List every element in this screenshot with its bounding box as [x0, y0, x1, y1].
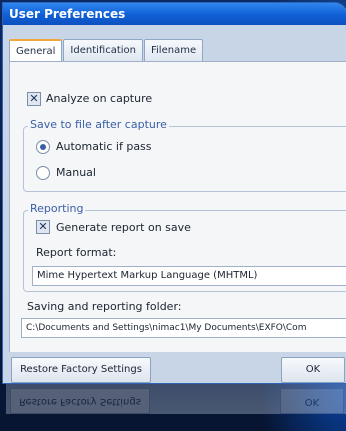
automatic-if-pass-label: Automatic if pass [56, 140, 152, 153]
tab-filename[interactable]: Filename [144, 39, 204, 61]
save-after-capture-group [23, 126, 346, 192]
tab-general[interactable]: General [9, 39, 63, 63]
dialog-title: User Preferences [9, 7, 126, 21]
tab-identification[interactable]: Identification [63, 39, 143, 61]
dialog-footer: Restore Factory Settings OK [9, 355, 346, 383]
preferences-dialog: User Preferences General Identification … [2, 2, 346, 384]
analyze-on-capture-label: Analyze on capture [46, 92, 153, 105]
folder-label: Saving and reporting folder: [27, 300, 182, 313]
manual-label: Manual [56, 166, 96, 179]
dialog-titlebar[interactable]: User Preferences [3, 3, 346, 25]
reflection-restore-button: Restore Factory Settings [10, 388, 150, 414]
dialog-reflection: Restore Factory Settings OK [2, 384, 346, 431]
general-tab-panel: ✕ Analyze on capture Save to file after … [9, 61, 346, 352]
tab-strip: General Identification Filename [9, 39, 204, 63]
report-format-label: Report format: [36, 246, 117, 259]
reflection-ok-button: OK [280, 388, 344, 414]
radio-automatic-if-pass[interactable] [36, 140, 50, 154]
radio-manual[interactable] [36, 166, 50, 180]
analyze-on-capture-checkbox[interactable]: ✕ [27, 92, 41, 106]
generate-report-label: Generate report on save [56, 221, 191, 234]
restore-factory-settings-button[interactable]: Restore Factory Settings [11, 357, 151, 383]
save-after-capture-legend: Save to file after capture [28, 118, 169, 131]
reporting-legend: Reporting [28, 202, 86, 215]
ok-button[interactable]: OK [281, 357, 345, 383]
folder-path-field[interactable]: C:\Documents and Settings\nimac1\My Docu… [21, 318, 346, 338]
report-format-field[interactable]: Mime Hypertext Markup Language (MHTML) [32, 266, 346, 286]
generate-report-checkbox[interactable]: ✕ [36, 220, 50, 234]
